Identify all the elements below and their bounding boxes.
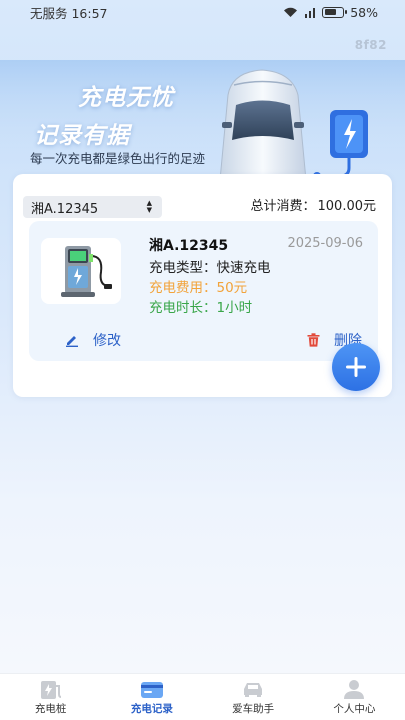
status-indicators: 58% <box>283 5 378 20</box>
charger-thumbnail <box>41 238 121 304</box>
tab-car-assistant[interactable]: 爱车助手 <box>203 674 304 720</box>
tab-charge-records-label: 充电记录 <box>130 703 173 715</box>
tab-profile[interactable]: 个人中心 <box>304 674 405 720</box>
plate-select[interactable]: 湘A.12345 ▲ ▼ <box>23 196 162 218</box>
record-charge-duration: 充电时长：1小时 <box>149 300 253 316</box>
edit-pencil-icon <box>66 336 78 347</box>
record-charge-type: 充电类型：快速充电 <box>149 260 271 276</box>
corner-code: 8f82 <box>354 38 387 52</box>
record-date: 2025-09-06 <box>287 236 363 251</box>
tab-charger-label: 充电桩 <box>34 703 67 715</box>
bottom-tab-bar: 充电桩 充电记录 爱车助手 个人中心 <box>0 673 405 720</box>
battery-percent: 58% <box>350 4 378 20</box>
signal-icon <box>305 7 316 18</box>
banner-slogan-line2: 记录有据 <box>34 123 130 149</box>
total-spend-amount: 100.00元 <box>317 199 377 214</box>
charger-pile-icon <box>61 246 112 297</box>
trash-icon <box>307 333 320 347</box>
car-icon <box>240 678 266 700</box>
car-illustration <box>219 69 307 180</box>
person-icon <box>341 678 367 700</box>
record-card-icon <box>139 678 165 700</box>
plate-select-value: 湘A.12345 <box>31 201 99 217</box>
total-spend: 总计消费： 100.00元 <box>250 195 376 214</box>
add-record-button[interactable] <box>332 343 380 391</box>
status-bar: 无服务 16:57 58% <box>0 0 405 24</box>
banner-slogan-line1: 充电无忧 <box>78 85 174 111</box>
edit-button-label: 修改 <box>93 333 121 349</box>
tab-charge-records[interactable]: 充电记录 <box>101 674 202 720</box>
record-charge-cost: 充电费用：50元 <box>149 280 248 296</box>
charger-icon <box>38 678 64 700</box>
edit-button[interactable]: 修改 <box>65 330 121 350</box>
plus-icon <box>346 357 366 377</box>
status-left-text: 无服务 16:57 <box>30 5 108 21</box>
tab-profile-label: 个人中心 <box>333 703 376 715</box>
banner-subtitle: 每一次充电都是绿色出行的足迹 <box>30 151 206 166</box>
record-plate: 湘A.12345 <box>149 238 229 254</box>
total-spend-label: 总计消费： <box>250 199 316 214</box>
battery-icon <box>322 6 348 18</box>
wifi-icon <box>284 7 298 17</box>
select-updown-icon: ▲ ▼ <box>146 199 152 214</box>
tab-car-assistant-label: 爱车助手 <box>232 703 275 715</box>
record-item[interactable]: 湘A.12345 2025-09-06 充电类型：快速充电 充电费用：50元 充… <box>29 221 378 361</box>
tab-charger[interactable]: 充电桩 <box>0 674 101 720</box>
